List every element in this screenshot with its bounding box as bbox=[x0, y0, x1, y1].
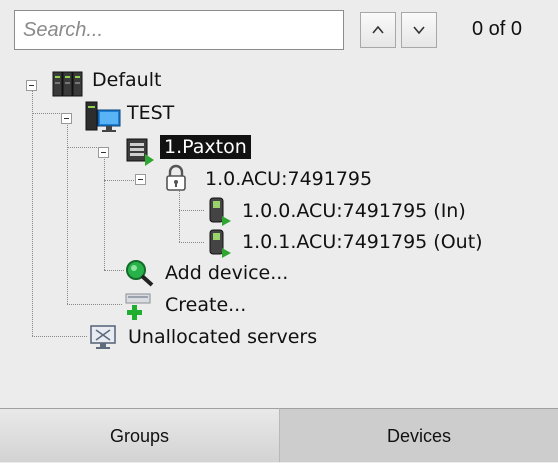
match-count: 0 of 0 bbox=[472, 18, 523, 40]
padlock-icon bbox=[166, 164, 186, 191]
tree-connector bbox=[32, 86, 33, 336]
card-reader-icon bbox=[209, 229, 231, 258]
chevron-up-icon bbox=[372, 25, 384, 34]
tree-connector bbox=[32, 336, 87, 337]
collapse-acu-toggle[interactable] bbox=[135, 174, 146, 185]
next-match-button[interactable] bbox=[401, 12, 437, 48]
create-link[interactable]: Create... bbox=[165, 293, 246, 317]
tree-node-reader-in[interactable]: 1.0.0.ACU:7491795 (In) bbox=[242, 199, 466, 223]
collapse-test-toggle[interactable] bbox=[61, 113, 72, 124]
tree-connector bbox=[104, 180, 134, 181]
device-tree: Default TEST 1.Paxton 1.0.ACU:7491795 1.… bbox=[0, 60, 558, 405]
tree-node-reader-out[interactable]: 1.0.1.ACU:7491795 (Out) bbox=[242, 230, 483, 254]
collapse-paxton-toggle[interactable] bbox=[98, 147, 109, 158]
tab-groups[interactable]: Groups bbox=[0, 408, 280, 462]
add-plus-icon bbox=[125, 293, 151, 320]
tree-connector bbox=[104, 270, 124, 271]
tree-connector bbox=[67, 304, 122, 305]
monitor-icon bbox=[90, 325, 116, 349]
server-rack-icon bbox=[52, 71, 83, 97]
access-controller-icon bbox=[126, 138, 154, 166]
tree-connector bbox=[179, 210, 204, 211]
magnifier-icon bbox=[126, 260, 154, 287]
previous-match-button[interactable] bbox=[360, 12, 396, 48]
chevron-down-icon bbox=[413, 26, 425, 35]
card-reader-icon bbox=[209, 197, 231, 226]
tree-node-paxton[interactable]: 1.Paxton bbox=[160, 135, 251, 159]
device-tree-panel: 0 of 0 Default bbox=[0, 0, 558, 462]
tree-connector bbox=[104, 153, 105, 270]
search-input[interactable] bbox=[14, 10, 344, 50]
tree-connector bbox=[32, 113, 62, 114]
server-computer-icon bbox=[85, 101, 121, 132]
tree-node-acu[interactable]: 1.0.ACU:7491795 bbox=[205, 167, 372, 191]
collapse-default-toggle[interactable] bbox=[26, 80, 37, 91]
add-device-link[interactable]: Add device... bbox=[165, 261, 288, 285]
tree-connector bbox=[179, 242, 204, 243]
tab-devices[interactable]: Devices bbox=[280, 408, 558, 462]
tree-node-test[interactable]: TEST bbox=[127, 101, 174, 125]
tree-node-unallocated[interactable]: Unallocated servers bbox=[128, 325, 317, 349]
tree-node-default[interactable]: Default bbox=[92, 68, 161, 92]
tree-connector bbox=[179, 187, 180, 242]
tree-connector bbox=[67, 147, 97, 148]
